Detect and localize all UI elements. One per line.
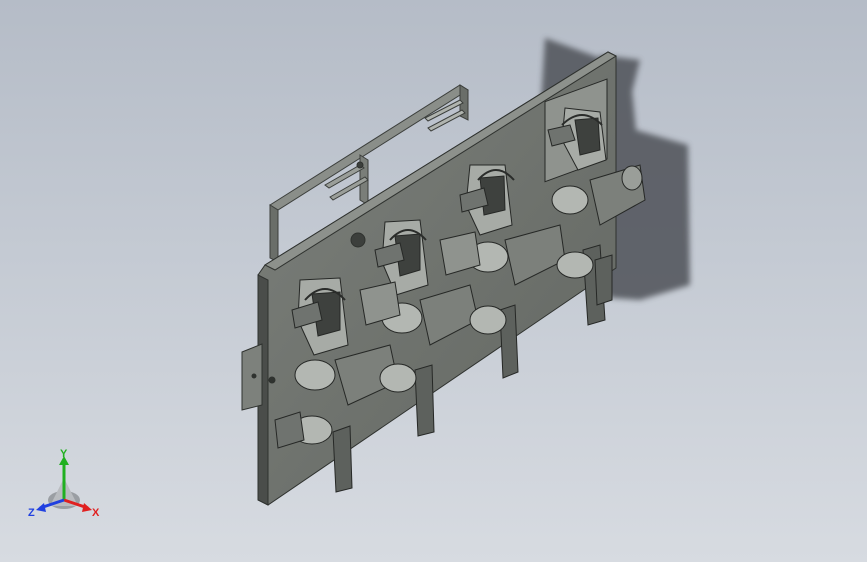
y-axis-label: Y (60, 448, 68, 460)
axis-triad: Y X Z (28, 448, 100, 519)
z-axis-label: Z (28, 507, 35, 519)
x-arrow-icon (82, 503, 92, 512)
x-axis-label: X (92, 507, 100, 519)
3d-model-viewport[interactable] (0, 0, 867, 562)
z-arrow-icon (36, 503, 46, 512)
